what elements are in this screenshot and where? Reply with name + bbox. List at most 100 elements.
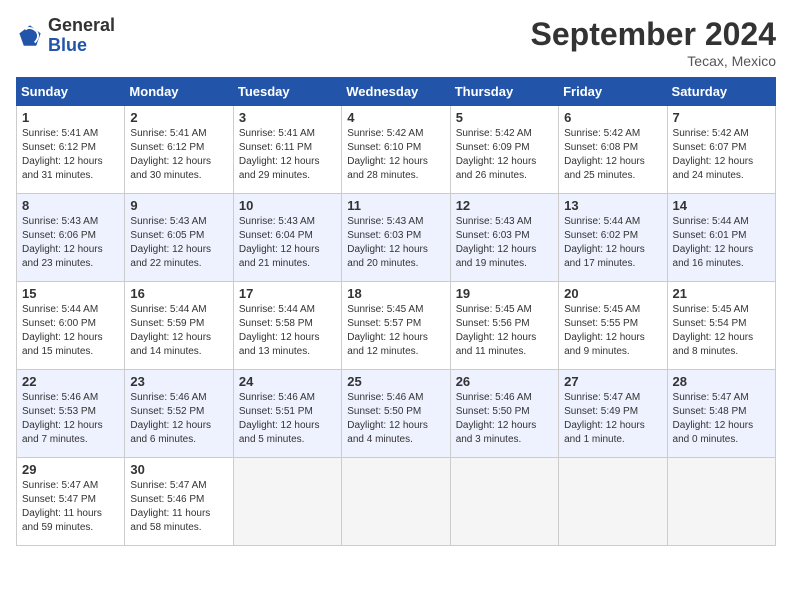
calendar-day-cell: 25 Sunrise: 5:46 AMSunset: 5:50 PMDayligh… xyxy=(342,370,450,458)
day-number: 18 xyxy=(347,286,444,301)
logo-text: General Blue xyxy=(48,16,115,56)
calendar-day-cell: 20Sunrise: 5:45 AMSunset: 5:55 PMDayligh… xyxy=(559,282,667,370)
day-number: 26 xyxy=(456,374,553,389)
day-number: 12 xyxy=(456,198,553,213)
calendar-day-cell: 17 Sunrise: 5:44 AMSunset: 5:58 PMDayligh… xyxy=(233,282,341,370)
day-number: 29 xyxy=(22,462,119,477)
day-number: 19 xyxy=(456,286,553,301)
calendar-day-cell: 23 Sunrise: 5:46 AMSunset: 5:52 PMDayligh… xyxy=(125,370,233,458)
calendar-week-row: 22 Sunrise: 5:46 AMSunset: 5:53 PMDayligh… xyxy=(17,370,776,458)
calendar-day-cell: 7 Sunrise: 5:42 AMSunset: 6:07 PMDaylight… xyxy=(667,106,775,194)
calendar-day-cell: 4Sunrise: 5:42 AMSunset: 6:10 PMDaylight… xyxy=(342,106,450,194)
col-saturday: Saturday xyxy=(667,78,775,106)
day-number: 25 xyxy=(347,374,444,389)
calendar-day-cell: 24Sunrise: 5:46 AMSunset: 5:51 PMDayligh… xyxy=(233,370,341,458)
day-number: 23 xyxy=(130,374,227,389)
day-info: Sunrise: 5:46 AMSunset: 5:53 PMDaylight:… xyxy=(22,391,119,447)
day-number: 6 xyxy=(564,110,661,125)
day-number: 5 xyxy=(456,110,553,125)
calendar-day-cell xyxy=(559,458,667,546)
day-info: Sunrise: 5:46 AMSunset: 5:50 PMDaylight:… xyxy=(347,391,444,447)
calendar-day-cell: 15 Sunrise: 5:44 AMSunset: 6:00 PMDayligh… xyxy=(17,282,125,370)
day-info: Sunrise: 5:46 AMSunset: 5:52 PMDaylight:… xyxy=(130,391,227,447)
day-number: 8 xyxy=(22,198,119,213)
col-sunday: Sunday xyxy=(17,78,125,106)
month-title: September 2024 xyxy=(531,16,776,53)
day-info: Sunrise: 5:43 AMSunset: 6:04 PMDaylight:… xyxy=(239,215,336,271)
calendar-day-cell: 13 Sunrise: 5:44 AMSunset: 6:02 PMDayligh… xyxy=(559,194,667,282)
day-info: Sunrise: 5:42 AMSunset: 6:09 PMDaylight:… xyxy=(456,127,553,183)
day-info: Sunrise: 5:43 AMSunset: 6:03 PMDaylight:… xyxy=(347,215,444,271)
page-header: General Blue September 2024 Tecax, Mexic… xyxy=(16,16,776,69)
day-number: 7 xyxy=(673,110,770,125)
calendar-day-cell xyxy=(450,458,558,546)
title-block: September 2024 Tecax, Mexico xyxy=(531,16,776,69)
calendar-day-cell: 26Sunrise: 5:46 AMSunset: 5:50 PMDayligh… xyxy=(450,370,558,458)
day-info: Sunrise: 5:44 AMSunset: 6:02 PMDaylight:… xyxy=(564,215,661,271)
day-number: 4 xyxy=(347,110,444,125)
col-thursday: Thursday xyxy=(450,78,558,106)
day-info: Sunrise: 5:45 AMSunset: 5:55 PMDaylight:… xyxy=(564,303,661,359)
col-tuesday: Tuesday xyxy=(233,78,341,106)
col-friday: Friday xyxy=(559,78,667,106)
calendar-day-cell: 29 Sunrise: 5:47 AMSunset: 5:47 PMDayligh… xyxy=(17,458,125,546)
calendar-day-cell: 27 Sunrise: 5:47 AMSunset: 5:49 PMDayligh… xyxy=(559,370,667,458)
day-number: 28 xyxy=(673,374,770,389)
day-info: Sunrise: 5:47 AMSunset: 5:49 PMDaylight:… xyxy=(564,391,661,447)
day-info: Sunrise: 5:43 AMSunset: 6:05 PMDaylight:… xyxy=(130,215,227,271)
logo: General Blue xyxy=(16,16,115,56)
calendar-day-cell: 3 Sunrise: 5:41 AMSunset: 6:11 PMDaylight… xyxy=(233,106,341,194)
calendar-day-cell: 16Sunrise: 5:44 AMSunset: 5:59 PMDayligh… xyxy=(125,282,233,370)
day-info: Sunrise: 5:44 AMSunset: 5:58 PMDaylight:… xyxy=(239,303,336,359)
day-info: Sunrise: 5:42 AMSunset: 6:07 PMDaylight:… xyxy=(673,127,770,183)
day-info: Sunrise: 5:43 AMSunset: 6:06 PMDaylight:… xyxy=(22,215,119,271)
day-info: Sunrise: 5:45 AMSunset: 5:54 PMDaylight:… xyxy=(673,303,770,359)
col-monday: Monday xyxy=(125,78,233,106)
day-info: Sunrise: 5:44 AMSunset: 6:01 PMDaylight:… xyxy=(673,215,770,271)
calendar-day-cell: 6 Sunrise: 5:42 AMSunset: 6:08 PMDaylight… xyxy=(559,106,667,194)
calendar-day-cell: 28 Sunrise: 5:47 AMSunset: 5:48 PMDayligh… xyxy=(667,370,775,458)
calendar-day-cell: 9 Sunrise: 5:43 AMSunset: 6:05 PMDaylight… xyxy=(125,194,233,282)
calendar-day-cell: 18 Sunrise: 5:45 AMSunset: 5:57 PMDayligh… xyxy=(342,282,450,370)
calendar-day-cell xyxy=(233,458,341,546)
day-number: 14 xyxy=(673,198,770,213)
location: Tecax, Mexico xyxy=(531,53,776,69)
col-wednesday: Wednesday xyxy=(342,78,450,106)
day-number: 15 xyxy=(22,286,119,301)
calendar-week-row: 29 Sunrise: 5:47 AMSunset: 5:47 PMDayligh… xyxy=(17,458,776,546)
calendar-day-cell: 1Sunrise: 5:41 AMSunset: 6:12 PMDaylight… xyxy=(17,106,125,194)
day-info: Sunrise: 5:45 AMSunset: 5:57 PMDaylight:… xyxy=(347,303,444,359)
calendar-day-cell: 11Sunrise: 5:43 AMSunset: 6:03 PMDayligh… xyxy=(342,194,450,282)
calendar-week-row: 15 Sunrise: 5:44 AMSunset: 6:00 PMDayligh… xyxy=(17,282,776,370)
day-number: 2 xyxy=(130,110,227,125)
logo-icon xyxy=(16,22,44,50)
calendar-day-cell: 2 Sunrise: 5:41 AMSunset: 6:12 PMDaylight… xyxy=(125,106,233,194)
day-number: 17 xyxy=(239,286,336,301)
day-info: Sunrise: 5:47 AMSunset: 5:47 PMDaylight:… xyxy=(22,479,119,535)
day-info: Sunrise: 5:41 AMSunset: 6:12 PMDaylight:… xyxy=(130,127,227,183)
calendar-day-cell: 30 Sunrise: 5:47 AMSunset: 5:46 PMDayligh… xyxy=(125,458,233,546)
calendar-day-cell: 5 Sunrise: 5:42 AMSunset: 6:09 PMDaylight… xyxy=(450,106,558,194)
calendar-table: Sunday Monday Tuesday Wednesday Thursday… xyxy=(16,77,776,546)
calendar-day-cell: 19 Sunrise: 5:45 AMSunset: 5:56 PMDayligh… xyxy=(450,282,558,370)
calendar-day-cell: 14 Sunrise: 5:44 AMSunset: 6:01 PMDayligh… xyxy=(667,194,775,282)
day-number: 13 xyxy=(564,198,661,213)
day-info: Sunrise: 5:47 AMSunset: 5:46 PMDaylight:… xyxy=(130,479,227,535)
day-number: 3 xyxy=(239,110,336,125)
day-number: 27 xyxy=(564,374,661,389)
day-number: 22 xyxy=(22,374,119,389)
day-number: 21 xyxy=(673,286,770,301)
day-number: 1 xyxy=(22,110,119,125)
day-info: Sunrise: 5:47 AMSunset: 5:48 PMDaylight:… xyxy=(673,391,770,447)
day-info: Sunrise: 5:42 AMSunset: 6:08 PMDaylight:… xyxy=(564,127,661,183)
day-info: Sunrise: 5:44 AMSunset: 6:00 PMDaylight:… xyxy=(22,303,119,359)
day-number: 9 xyxy=(130,198,227,213)
day-number: 10 xyxy=(239,198,336,213)
calendar-day-cell: 10 Sunrise: 5:43 AMSunset: 6:04 PMDayligh… xyxy=(233,194,341,282)
calendar-day-cell: 8 Sunrise: 5:43 AMSunset: 6:06 PMDaylight… xyxy=(17,194,125,282)
day-number: 30 xyxy=(130,462,227,477)
day-info: Sunrise: 5:44 AMSunset: 5:59 PMDaylight:… xyxy=(130,303,227,359)
day-info: Sunrise: 5:41 AMSunset: 6:11 PMDaylight:… xyxy=(239,127,336,183)
calendar-week-row: 1 Sunrise: 5:41 AMSunset: 6:12 PMDaylight… xyxy=(17,106,776,194)
day-info: Sunrise: 5:45 AMSunset: 5:56 PMDaylight:… xyxy=(456,303,553,359)
